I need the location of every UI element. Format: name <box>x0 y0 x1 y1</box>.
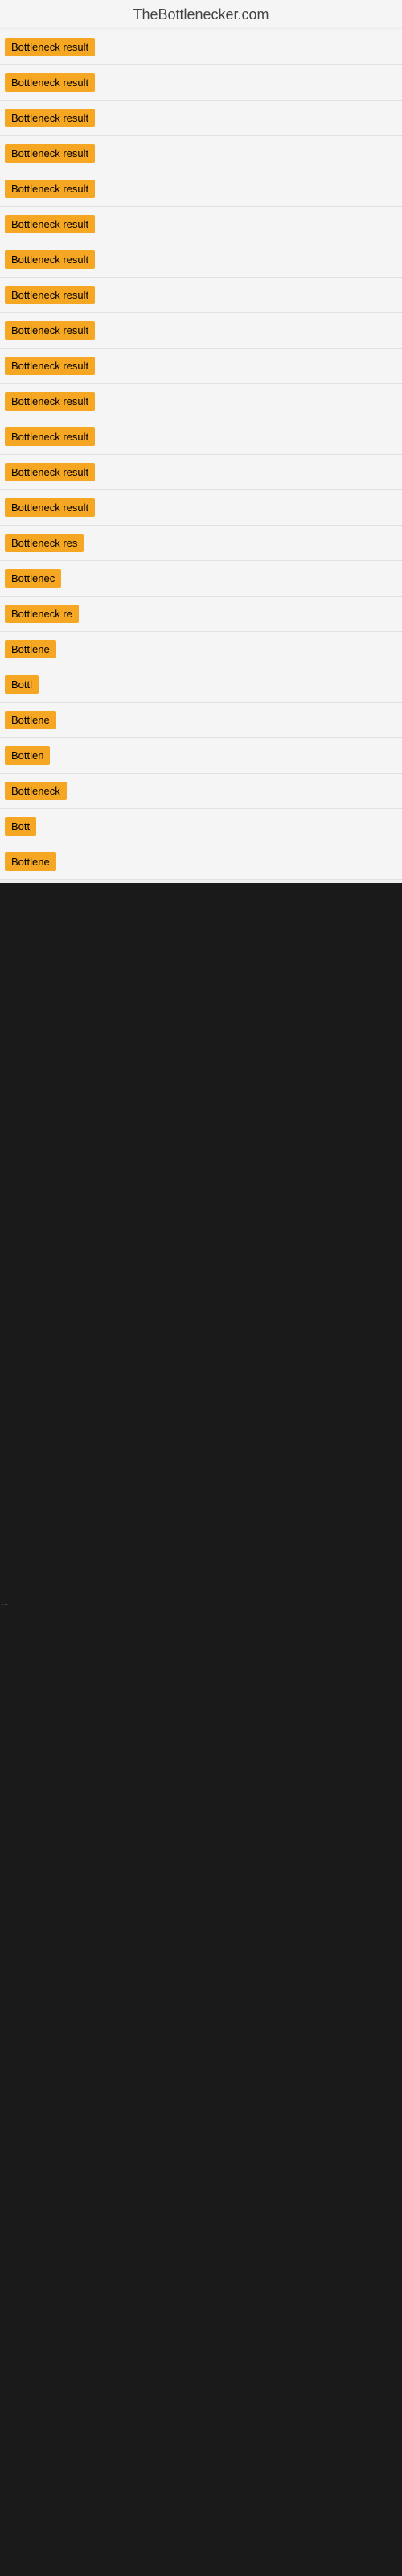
site-header: TheBottlenecker.com <box>0 0 402 27</box>
bottleneck-badge-13[interactable]: Bottleneck result <box>5 463 95 481</box>
bottleneck-badge-10[interactable]: Bottleneck result <box>5 357 95 375</box>
result-row-11: Bottleneck result <box>0 384 402 419</box>
bottleneck-badge-3[interactable]: Bottleneck result <box>5 109 95 127</box>
result-row-13: Bottleneck result <box>0 455 402 490</box>
bottleneck-badge-22[interactable]: Bottleneck <box>5 782 67 800</box>
bottleneck-badge-21[interactable]: Bottlen <box>5 746 50 765</box>
bottleneck-badge-7[interactable]: Bottleneck result <box>5 250 95 269</box>
bottleneck-badge-20[interactable]: Bottlene <box>5 711 56 729</box>
result-row-18: Bottlene <box>0 632 402 667</box>
bottleneck-badge-17[interactable]: Bottleneck re <box>5 605 79 623</box>
result-row-17: Bottleneck re <box>0 597 402 632</box>
result-row-8: Bottleneck result <box>0 278 402 313</box>
result-row-9: Bottleneck result <box>0 313 402 349</box>
bottleneck-badge-6[interactable]: Bottleneck result <box>5 215 95 233</box>
bottleneck-badge-12[interactable]: Bottleneck result <box>5 427 95 446</box>
result-row-19: Bottl <box>0 667 402 703</box>
bottleneck-badge-15[interactable]: Bottleneck res <box>5 534 84 552</box>
result-row-6: Bottleneck result <box>0 207 402 242</box>
result-row-2: Bottleneck result <box>0 65 402 101</box>
bottleneck-badge-8[interactable]: Bottleneck result <box>5 286 95 304</box>
result-row-7: Bottleneck result <box>0 242 402 278</box>
bottleneck-badge-4[interactable]: Bottleneck result <box>5 144 95 163</box>
bottom-section: ... <box>0 883 402 2091</box>
result-row-14: Bottleneck result <box>0 490 402 526</box>
bottleneck-badge-11[interactable]: Bottleneck result <box>5 392 95 411</box>
bottleneck-badge-24[interactable]: Bottlene <box>5 852 56 871</box>
site-title: TheBottlenecker.com <box>133 6 269 23</box>
bottleneck-badge-14[interactable]: Bottleneck result <box>5 498 95 517</box>
result-row-24: Bottlene <box>0 844 402 880</box>
result-row-16: Bottlenec <box>0 561 402 597</box>
result-row-10: Bottleneck result <box>0 349 402 384</box>
bottleneck-badge-1[interactable]: Bottleneck result <box>5 38 95 56</box>
bottom-note: ... <box>2 1599 8 1608</box>
bottleneck-badge-5[interactable]: Bottleneck result <box>5 180 95 198</box>
bottleneck-badge-23[interactable]: Bott <box>5 817 36 836</box>
result-row-1: Bottleneck result <box>0 30 402 65</box>
result-row-4: Bottleneck result <box>0 136 402 171</box>
results-container: Bottleneck result Bottleneck result Bottle… <box>0 27 402 883</box>
result-row-21: Bottlen <box>0 738 402 774</box>
result-row-3: Bottleneck result <box>0 101 402 136</box>
bottleneck-badge-16[interactable]: Bottlenec <box>5 569 61 588</box>
result-row-23: Bott <box>0 809 402 844</box>
bottleneck-badge-2[interactable]: Bottleneck result <box>5 73 95 92</box>
bottleneck-badge-9[interactable]: Bottleneck result <box>5 321 95 340</box>
result-row-20: Bottlene <box>0 703 402 738</box>
result-row-5: Bottleneck result <box>0 171 402 207</box>
bottleneck-badge-19[interactable]: Bottl <box>5 675 39 694</box>
result-row-12: Bottleneck result <box>0 419 402 455</box>
result-row-15: Bottleneck res <box>0 526 402 561</box>
bottleneck-badge-18[interactable]: Bottlene <box>5 640 56 658</box>
result-row-22: Bottleneck <box>0 774 402 809</box>
